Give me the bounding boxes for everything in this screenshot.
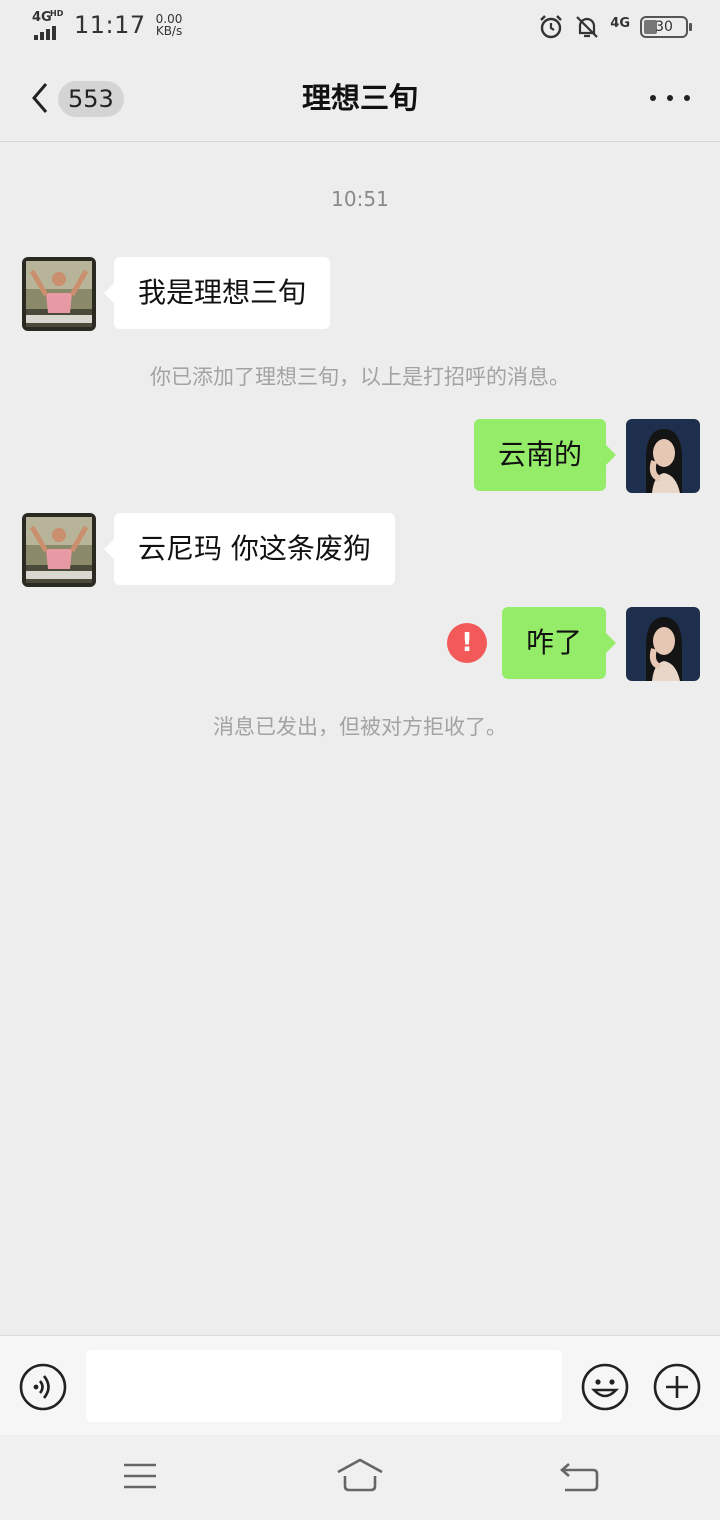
- voice-icon: [19, 1363, 67, 1411]
- hd-label: HD: [50, 9, 64, 18]
- voice-input-button[interactable]: [18, 1362, 68, 1412]
- network-type-right: 4G: [610, 15, 630, 31]
- status-time: 11:17: [74, 11, 146, 39]
- plus-circle-icon: [653, 1363, 701, 1411]
- status-bar: 4G HD 11:17 0.00 KB/s 4G 30: [0, 0, 720, 56]
- system-notice: 你已添加了理想三旬，以上是打招呼的消息。: [150, 365, 570, 389]
- message-input[interactable]: [86, 1350, 562, 1422]
- message-list[interactable]: 10:51 我是理想三旬 你已添加了理想三旬，以上是打招呼的消息。 云南的 云尼…: [0, 143, 720, 1333]
- return-icon: [560, 1463, 599, 1492]
- cellular-signal-icon: 4G HD: [32, 9, 66, 40]
- send-failed-icon[interactable]: !: [447, 623, 487, 663]
- network-type: 4G: [32, 10, 52, 25]
- home-icon: [337, 1458, 383, 1492]
- system-navigation-bar: [0, 1436, 720, 1520]
- battery-icon: 30: [640, 16, 692, 38]
- back-nav-button[interactable]: [555, 1456, 605, 1496]
- home-button[interactable]: [335, 1456, 385, 1496]
- emoji-button[interactable]: [580, 1362, 630, 1412]
- message-bubble-outgoing[interactable]: 咋了: [501, 607, 617, 679]
- input-bar: [0, 1335, 720, 1435]
- my-avatar[interactable]: [626, 607, 700, 681]
- message-bubble-incoming[interactable]: 云尼玛 你这条废狗: [104, 513, 395, 585]
- menu-icon: [124, 1463, 156, 1489]
- network-speed: 0.00 KB/s: [156, 13, 183, 37]
- message-timestamp: 10:51: [331, 187, 389, 211]
- more-functions-button[interactable]: [652, 1362, 702, 1412]
- contact-avatar[interactable]: [22, 257, 96, 331]
- smiley-icon: [581, 1363, 629, 1411]
- my-avatar[interactable]: [626, 419, 700, 493]
- message-bubble-incoming[interactable]: 我是理想三旬: [103, 257, 331, 329]
- page-title: 理想三旬: [301, 81, 418, 115]
- alarm-icon: [540, 15, 563, 39]
- contact-avatar[interactable]: [22, 513, 96, 587]
- message-bubble-outgoing[interactable]: 云南的: [473, 419, 617, 491]
- system-notice: 消息已发出，但被对方拒收了。: [213, 715, 507, 739]
- menu-button[interactable]: [115, 1456, 165, 1496]
- speed-unit: KB/s: [155, 24, 183, 38]
- chat-header: 553 理想三旬: [0, 56, 720, 142]
- unread-count-badge[interactable]: 553: [58, 81, 124, 117]
- mute-bell-icon: [576, 16, 599, 38]
- more-options-button[interactable]: [650, 86, 690, 110]
- battery-level: 30: [655, 19, 673, 35]
